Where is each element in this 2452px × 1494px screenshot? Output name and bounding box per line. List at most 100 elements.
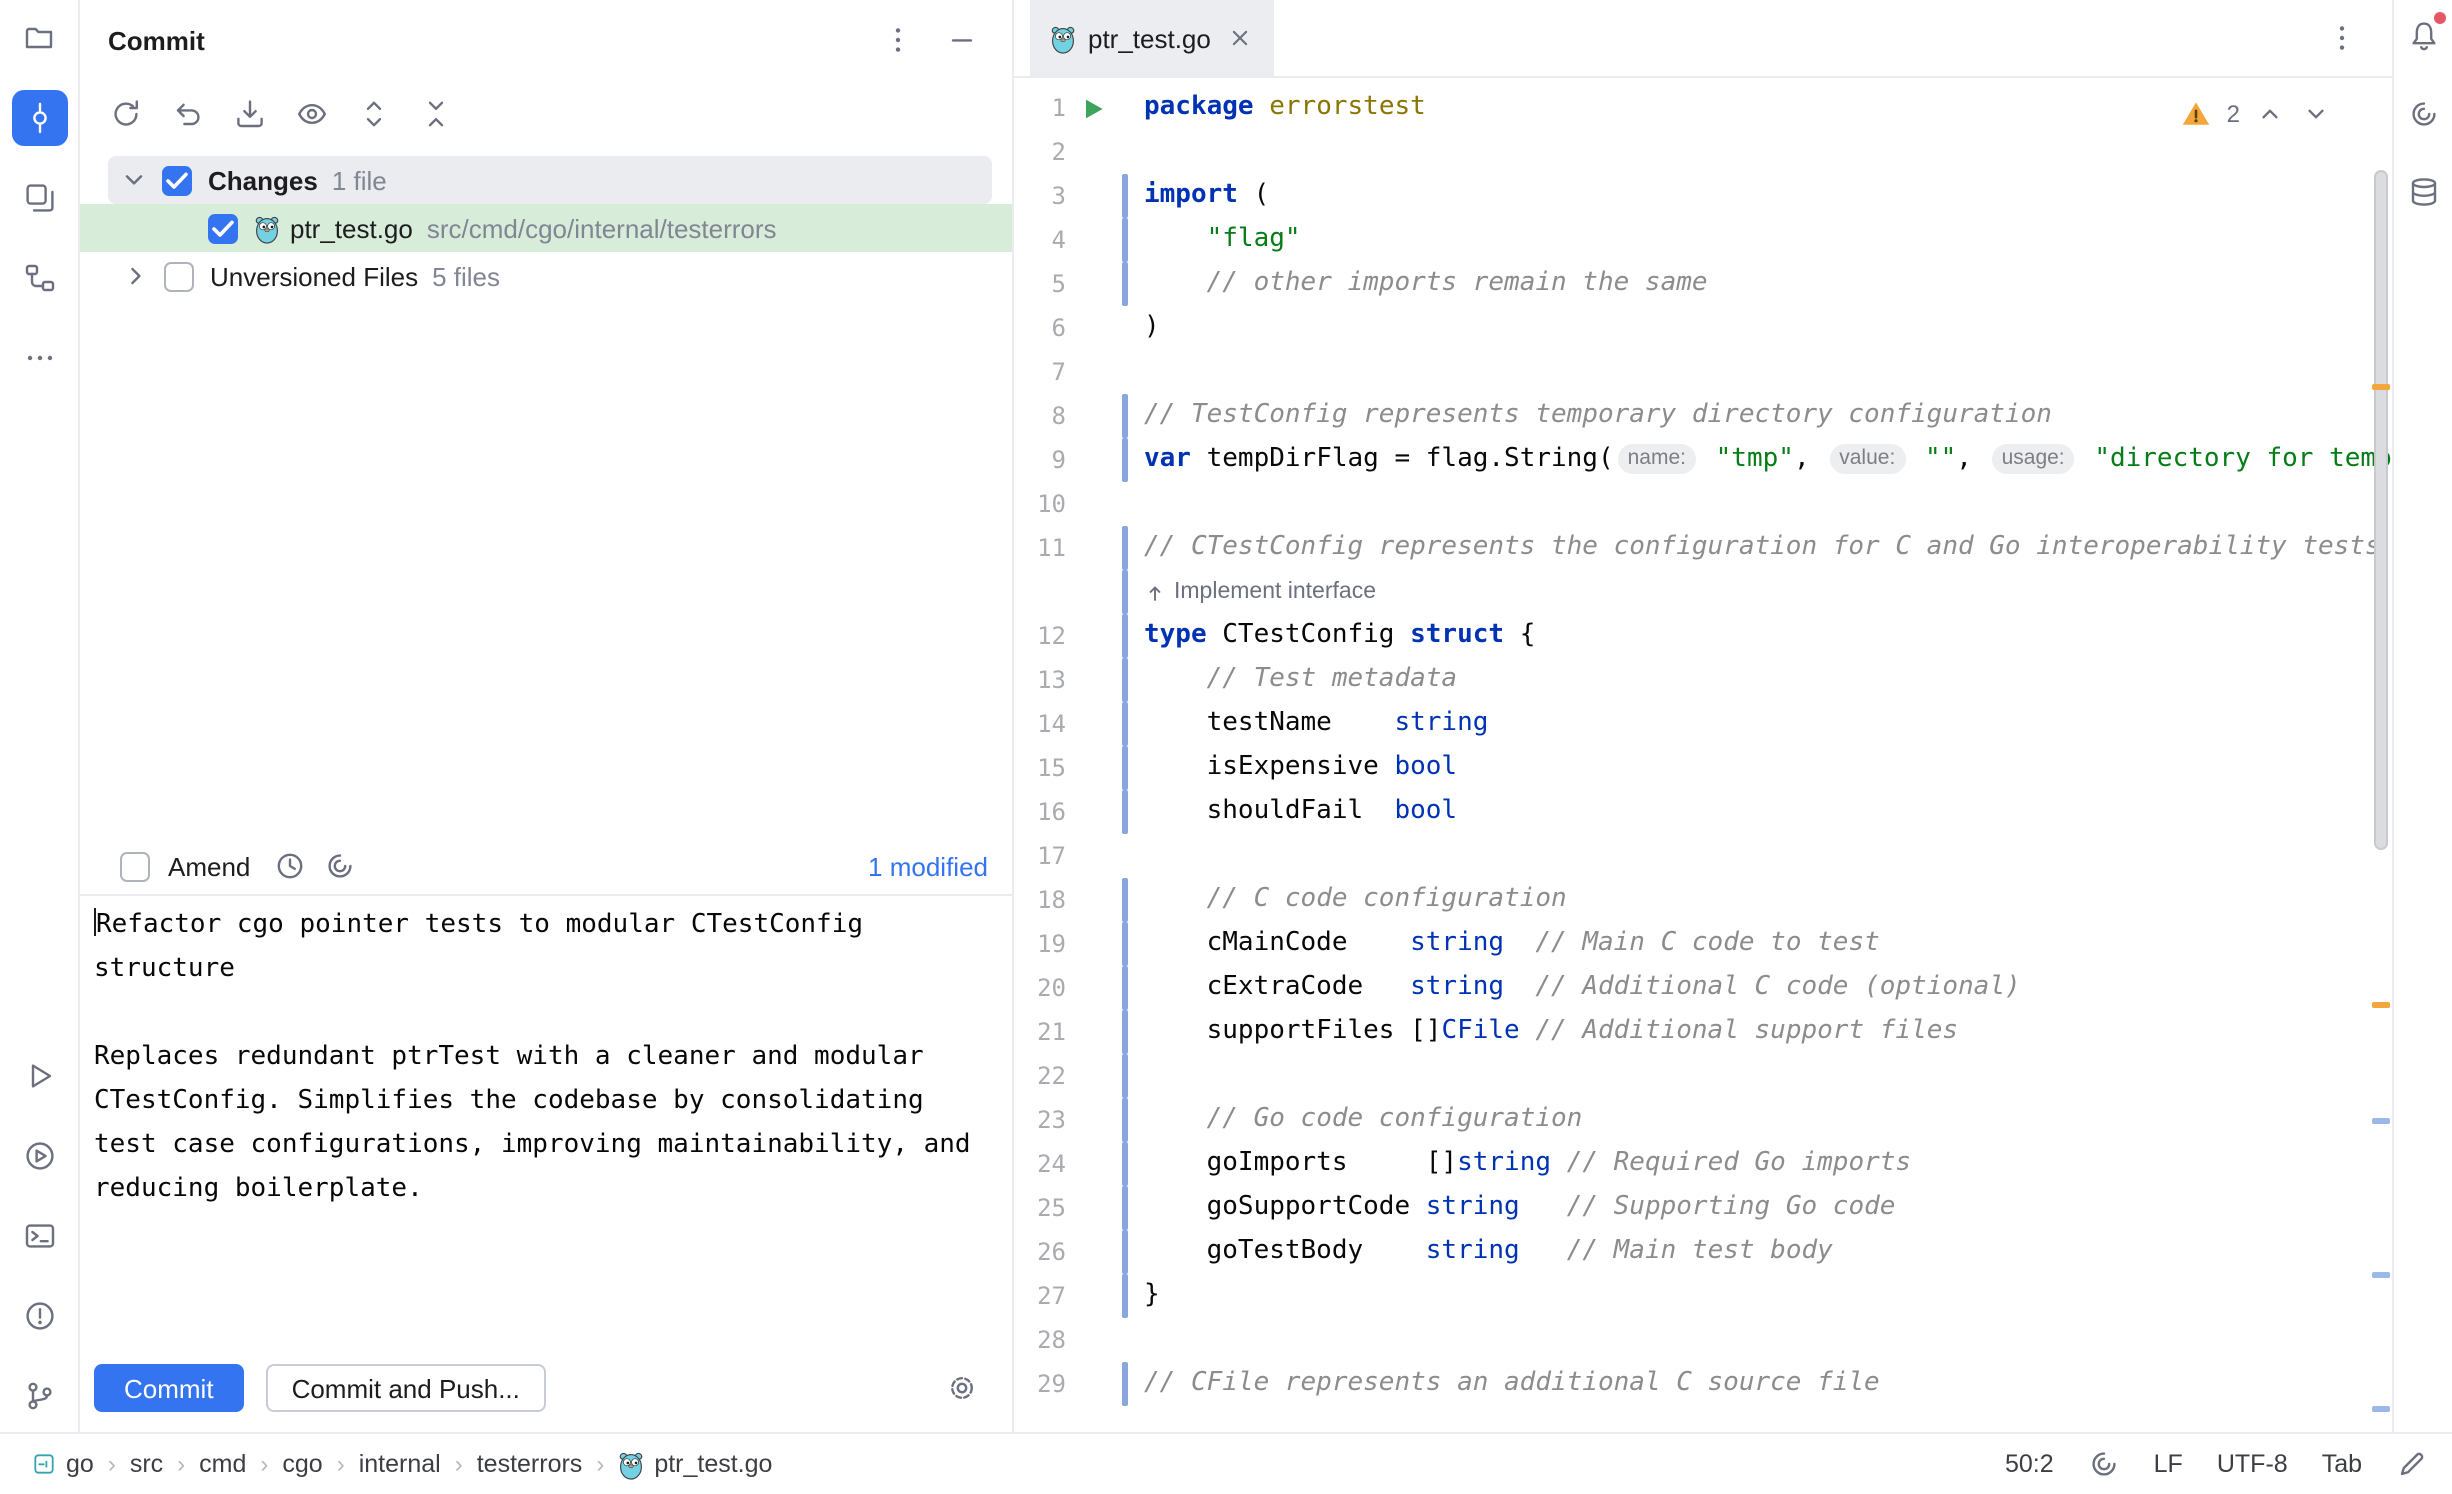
line-number[interactable]: 20 bbox=[1014, 966, 1066, 1010]
commit-options-gear-icon[interactable] bbox=[940, 1366, 984, 1410]
line-number[interactable]: 13 bbox=[1014, 658, 1066, 702]
line-number[interactable] bbox=[1014, 570, 1066, 614]
file-checkbox[interactable] bbox=[208, 213, 238, 243]
line-number[interactable]: 10 bbox=[1014, 482, 1066, 526]
line-number[interactable]: 7 bbox=[1014, 350, 1066, 394]
line-number[interactable]: 11 bbox=[1014, 526, 1066, 570]
gutter[interactable] bbox=[1066, 350, 1122, 394]
problems-tool-button[interactable] bbox=[11, 1288, 67, 1344]
next-problem-icon[interactable] bbox=[2300, 98, 2332, 130]
breadcrumb-item[interactable]: ptr_test.go bbox=[618, 1449, 772, 1479]
refresh-button[interactable] bbox=[104, 92, 148, 136]
gutter[interactable] bbox=[1066, 614, 1122, 658]
gutter[interactable] bbox=[1066, 1098, 1122, 1142]
chevron-down-icon[interactable] bbox=[118, 164, 150, 196]
line-number[interactable]: 16 bbox=[1014, 790, 1066, 834]
ai-assistant-status-icon[interactable] bbox=[2088, 1448, 2120, 1480]
line-number[interactable]: 27 bbox=[1014, 1274, 1066, 1318]
gutter[interactable] bbox=[1066, 702, 1122, 746]
expand-all-button[interactable] bbox=[352, 92, 396, 136]
inspections-widget[interactable]: 2 bbox=[2173, 94, 2340, 134]
line-number[interactable]: 12 bbox=[1014, 614, 1066, 658]
gutter[interactable] bbox=[1066, 834, 1122, 878]
chevron-right-icon[interactable] bbox=[120, 260, 152, 292]
version-control-tool-button[interactable] bbox=[11, 1368, 67, 1424]
gutter[interactable] bbox=[1066, 790, 1122, 834]
gutter[interactable] bbox=[1066, 658, 1122, 702]
changed-file-row[interactable]: ptr_test.go src/cmd/cgo/internal/testerr… bbox=[80, 204, 1012, 252]
previous-problem-icon[interactable] bbox=[2254, 98, 2286, 130]
scrollbar-stripe-mark[interactable] bbox=[2372, 384, 2390, 390]
line-number[interactable]: 14 bbox=[1014, 702, 1066, 746]
commit-panel-options-icon[interactable] bbox=[876, 18, 920, 62]
line-number[interactable]: 26 bbox=[1014, 1230, 1066, 1274]
breadcrumb-item[interactable]: cmd bbox=[199, 1450, 246, 1478]
file-encoding[interactable]: UTF-8 bbox=[2217, 1450, 2288, 1478]
gutter[interactable] bbox=[1066, 570, 1122, 614]
line-separator[interactable]: LF bbox=[2154, 1450, 2183, 1478]
scrollbar-stripe-mark[interactable] bbox=[2372, 1406, 2390, 1412]
gutter[interactable] bbox=[1066, 438, 1122, 482]
changes-group-row[interactable]: Changes 1 file bbox=[108, 156, 992, 204]
gutter[interactable] bbox=[1066, 306, 1122, 350]
changes-checkbox[interactable] bbox=[162, 165, 192, 195]
breadcrumb-item[interactable]: internal bbox=[359, 1450, 441, 1478]
hide-tool-window-icon[interactable] bbox=[940, 18, 984, 62]
unversioned-checkbox[interactable] bbox=[164, 261, 194, 291]
commit-and-push-button[interactable]: Commit and Push... bbox=[266, 1364, 546, 1412]
scrollbar-stripe-mark[interactable] bbox=[2372, 1272, 2390, 1278]
run-tool-button[interactable] bbox=[11, 1048, 67, 1104]
more-tool-windows-button[interactable] bbox=[11, 330, 67, 386]
gutter[interactable] bbox=[1066, 1010, 1122, 1054]
line-number[interactable]: 15 bbox=[1014, 746, 1066, 790]
line-number[interactable]: 5 bbox=[1014, 262, 1066, 306]
commit-message-editor[interactable]: Refactor cgo pointer tests to modular CT… bbox=[80, 894, 1012, 1344]
line-number[interactable]: 28 bbox=[1014, 1318, 1066, 1362]
line-number[interactable]: 2 bbox=[1014, 130, 1066, 174]
line-number[interactable]: 1 bbox=[1014, 86, 1066, 130]
gutter[interactable] bbox=[1066, 262, 1122, 306]
scrollbar-stripe-mark[interactable] bbox=[2372, 1118, 2390, 1124]
line-number[interactable]: 29 bbox=[1014, 1362, 1066, 1406]
breadcrumb-item[interactable]: cgo bbox=[282, 1450, 322, 1478]
gutter[interactable] bbox=[1066, 878, 1122, 922]
caret-position[interactable]: 50:2 bbox=[2005, 1450, 2054, 1478]
pull-requests-tool-button[interactable] bbox=[11, 170, 67, 226]
ai-generate-message-icon[interactable] bbox=[324, 850, 356, 882]
amend-checkbox[interactable] bbox=[120, 851, 150, 881]
ai-assistant-button[interactable] bbox=[2397, 88, 2449, 140]
line-number[interactable]: 19 bbox=[1014, 922, 1066, 966]
gutter[interactable] bbox=[1066, 130, 1122, 174]
gutter[interactable] bbox=[1066, 482, 1122, 526]
services-tool-button[interactable] bbox=[11, 1128, 67, 1184]
indent-style[interactable]: Tab bbox=[2322, 1450, 2362, 1478]
line-number[interactable]: 8 bbox=[1014, 394, 1066, 438]
gutter[interactable] bbox=[1066, 1318, 1122, 1362]
line-number[interactable]: 21 bbox=[1014, 1010, 1066, 1054]
close-tab-icon[interactable] bbox=[1227, 24, 1255, 52]
breadcrumb-item[interactable]: testerrors bbox=[477, 1450, 583, 1478]
project-tool-button[interactable] bbox=[11, 10, 67, 66]
gutter[interactable] bbox=[1066, 1362, 1122, 1406]
line-number[interactable]: 24 bbox=[1014, 1142, 1066, 1186]
line-number[interactable]: 17 bbox=[1014, 834, 1066, 878]
breadcrumb-item[interactable]: src bbox=[130, 1450, 163, 1478]
rollback-button[interactable] bbox=[166, 92, 210, 136]
gutter[interactable] bbox=[1066, 966, 1122, 1010]
scrollbar-stripe-mark[interactable] bbox=[2372, 1002, 2390, 1008]
gutter[interactable] bbox=[1066, 746, 1122, 790]
editor-tab[interactable]: ptr_test.go bbox=[1030, 0, 1275, 76]
line-number[interactable]: 22 bbox=[1014, 1054, 1066, 1098]
scrollbar-thumb[interactable] bbox=[2374, 170, 2388, 850]
editor-options-icon[interactable] bbox=[2320, 16, 2364, 60]
commit-button[interactable]: Commit bbox=[94, 1364, 244, 1412]
gutter[interactable] bbox=[1066, 174, 1122, 218]
breadcrumb-item[interactable]: go bbox=[32, 1450, 94, 1478]
gutter[interactable] bbox=[1066, 1186, 1122, 1230]
write-access-icon[interactable] bbox=[2396, 1448, 2428, 1480]
gutter[interactable] bbox=[1066, 394, 1122, 438]
line-number[interactable]: 3 bbox=[1014, 174, 1066, 218]
implement-interface-hint[interactable]: Implement interface bbox=[1128, 570, 1376, 614]
editor-body[interactable]: 1package errorstest23import (4 "flag"5 /… bbox=[1014, 78, 2392, 1432]
line-number[interactable]: 4 bbox=[1014, 218, 1066, 262]
